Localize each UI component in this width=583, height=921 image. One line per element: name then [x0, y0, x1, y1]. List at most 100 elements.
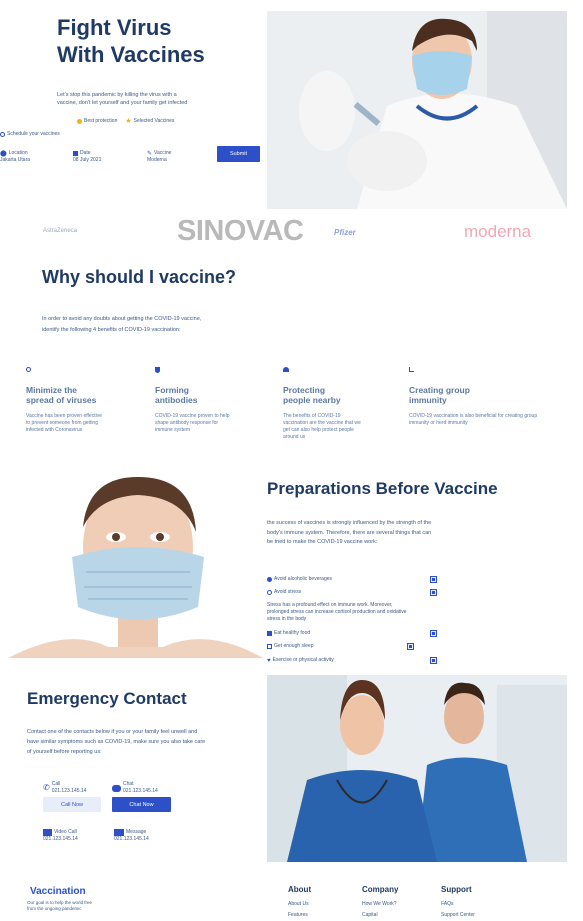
stress-icon [267, 590, 272, 595]
benefit-text: COVID-19 vaccination is also beneficial … [409, 413, 538, 426]
chat-number: 021.123.145.14 [123, 788, 158, 794]
chat-now-button[interactable]: Chat Now [112, 797, 171, 812]
hero-subtitle: Let's stop this pandemic by killing the … [57, 92, 188, 106]
date-label: Date [80, 150, 91, 156]
nurse-illustration [267, 11, 567, 209]
mask-woman-illustration [8, 477, 263, 658]
mask-woman-photo [8, 477, 263, 658]
footer-link-features[interactable]: Features [288, 912, 308, 918]
vaccine-label: Vaccine [154, 150, 172, 156]
submit-button[interactable]: Submit [217, 146, 260, 162]
star-icon: ★ [125, 118, 132, 125]
prep-item-label: Get enough sleep [274, 643, 314, 649]
benefit-title-line-2: spread of viruses [26, 395, 97, 405]
expand-icon[interactable] [430, 657, 437, 664]
prep-item-label: Avoid stress [274, 589, 302, 595]
shield-icon [155, 367, 160, 373]
benefit-title-line-2: people nearby [283, 395, 341, 405]
prep-title: Preparations Before Vaccine [267, 479, 498, 498]
emergency-intro: Contact one of the contacts below if you… [27, 729, 206, 755]
footer-brand[interactable]: Vaccination [30, 886, 86, 897]
badge-best-protection: Best protection [77, 118, 117, 125]
call-number: 021.123.145.14 [51, 788, 87, 794]
prep-item-label: Exercise or physical activity [272, 657, 334, 663]
badge-best-protection-label: Best protection [84, 118, 118, 124]
footer-link-how-we-work[interactable]: How We Work? [362, 901, 397, 907]
shield-icon [77, 119, 82, 124]
calendar-check-icon [0, 132, 5, 137]
benefit-title-line-2: immunity [409, 395, 447, 405]
footer-link-faqs[interactable]: FAQs [441, 901, 454, 907]
doctors-photo [267, 675, 567, 862]
date-value: 08 July 2021 [73, 157, 102, 163]
benefit-card: Minimize the spread of viruses Vaccine h… [26, 367, 126, 434]
why-intro: In order to avoid any doubts about getti… [42, 316, 202, 333]
benefit-title-line-1: Creating group [409, 385, 470, 395]
prep-item[interactable]: ♥ Exercise or physical activity [267, 657, 437, 664]
benefit-text: COVID-19 vaccine proven to help shape an… [155, 413, 230, 433]
envelope-icon [114, 829, 124, 836]
brand-sinovac: SINOVAC [177, 215, 304, 247]
virus-icon [26, 367, 31, 372]
benefit-text: The benefits of COVID-19 vaccination are… [283, 413, 361, 440]
footer-link-about-us[interactable]: About Us [288, 901, 309, 907]
prep-item[interactable]: Avoid stress [267, 589, 437, 596]
badge-selected-vaccines: ★ Selected Vaccines [125, 118, 174, 125]
footer-link-capital[interactable]: Capital [362, 912, 378, 918]
location-label: Location [8, 150, 28, 156]
date-field[interactable]: Date 08 July 2021 [73, 150, 133, 164]
benefit-card: Protecting people nearby The benefits of… [283, 367, 383, 441]
footer-support-heading: Support [441, 885, 472, 894]
message-contact[interactable]: Message 021.123.145.14 [114, 829, 149, 843]
vaccine-field[interactable]: ✎ Vaccine Moderna [147, 150, 207, 164]
footer-tagline: Our goal is to help the world free from … [27, 900, 93, 911]
expand-icon[interactable] [430, 589, 437, 596]
call-now-button[interactable]: Call Now [43, 797, 101, 812]
benefit-title-line-2: antibodies [155, 395, 198, 405]
expand-icon[interactable] [407, 643, 414, 650]
prep-item[interactable]: Avoid alcoholic beverages [267, 576, 437, 583]
brand-astrazeneca: AstraZeneca [43, 228, 78, 234]
hero-title-line-2: With Vaccines [57, 42, 205, 67]
benefit-card: Forming antibodies COVID-19 vaccine prov… [155, 367, 255, 434]
hero-title-line-1: Fight Virus [57, 15, 172, 40]
stress-note: Stress has a profound effect on immune w… [267, 602, 407, 622]
people-icon [283, 367, 289, 372]
brand-moderna: moderna [464, 222, 532, 241]
syringe-icon: ✎ [147, 150, 153, 157]
location-field[interactable]: ⬤ Location Jakarta Utara [0, 150, 60, 164]
message-number: 021.123.145.14 [114, 836, 149, 842]
chat-label: Chat [123, 781, 134, 787]
schedule-heading: Schedule your vaccines [0, 131, 60, 138]
prep-item[interactable]: Get enough sleep [267, 643, 414, 650]
chat-contact: Chat 021.123.145.14 [112, 781, 158, 795]
benefit-card: Creating group immunity COVID-19 vaccina… [409, 367, 549, 427]
video-call-label: Video Call [54, 829, 77, 835]
why-title: Why should I vaccine? [42, 267, 237, 287]
video-call-number: 021.123.145.14 [43, 836, 78, 842]
footer-link-support-center[interactable]: Support Center [441, 912, 475, 918]
prep-item-label: Avoid alcoholic beverages [274, 576, 333, 582]
benefit-title-line-1: Forming [155, 385, 189, 395]
call-contact: ✆ Call 021.123.145.14 [43, 781, 86, 795]
footer-about-heading: About [288, 885, 312, 894]
call-label: Call [51, 781, 61, 787]
footer-company-heading: Company [362, 885, 399, 894]
video-call-contact[interactable]: Video Call 021.123.145.14 [43, 829, 78, 843]
hero-photo-nurse [267, 11, 567, 209]
vaccine-value: Moderna [147, 157, 167, 163]
chart-icon [409, 367, 414, 372]
no-alcohol-icon [267, 577, 272, 582]
thumbs-up-icon [267, 631, 272, 636]
hero-badges: Best protection ★ Selected Vaccines [77, 118, 174, 125]
brand-pfizer: Pfizer [334, 228, 356, 237]
prep-item[interactable]: Eat healthy food [267, 630, 437, 637]
calendar-icon [73, 151, 78, 156]
sleep-icon [267, 644, 272, 649]
expand-icon[interactable] [430, 576, 437, 583]
badge-selected-vaccines-label: Selected Vaccines [133, 118, 175, 124]
expand-icon[interactable] [430, 630, 437, 637]
hero-title: Fight Virus With Vaccines [57, 14, 205, 68]
message-label: Message [126, 829, 147, 835]
benefit-title-line-1: Protecting [283, 385, 326, 395]
